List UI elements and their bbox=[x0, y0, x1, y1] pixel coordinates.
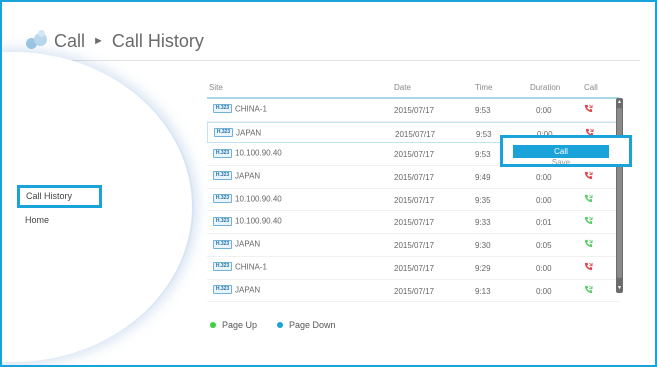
phone-outgoing-icon[interactable] bbox=[584, 216, 593, 225]
phone-outgoing-icon[interactable] bbox=[584, 194, 593, 203]
table-row[interactable]: H.323 CHINA-1 2015/07/17 9:29 0:00 bbox=[207, 257, 619, 280]
breadcrumb-separator: ► bbox=[93, 35, 104, 47]
scrollbar[interactable]: ▲ ▼ bbox=[616, 98, 623, 293]
site-name: CHINA-1 bbox=[235, 104, 268, 114]
scrollbar-thumb[interactable] bbox=[617, 108, 622, 278]
app-frame: Call ► Call History Call History Home Si… bbox=[0, 0, 657, 367]
time-cell: 9:49 bbox=[475, 173, 491, 183]
legend-page-down: Page Down bbox=[289, 320, 336, 330]
duration-cell: 0:01 bbox=[536, 218, 552, 228]
date-cell: 2015/07/17 bbox=[395, 129, 436, 139]
date-cell: 2015/07/17 bbox=[394, 263, 435, 273]
scroll-up-arrow-icon[interactable]: ▲ bbox=[617, 100, 622, 105]
nav-item-call-history[interactable]: Call History bbox=[17, 185, 102, 208]
header-site: Site bbox=[209, 83, 223, 92]
header-call: Call bbox=[584, 83, 598, 92]
time-cell: 9:53 bbox=[475, 106, 491, 115]
table-row[interactable]: H.323 JAPAN 2015/07/17 9:13 0:00 bbox=[207, 280, 619, 303]
codec-badge: H.323 bbox=[213, 262, 232, 272]
table-row[interactable]: H.323 JAPAN 2015/07/17 9:49 0:00 bbox=[207, 166, 619, 189]
site-name: 10.100.90.40 bbox=[235, 194, 282, 204]
site-name: CHINA-1 bbox=[235, 262, 268, 272]
duration-cell: 0:00 bbox=[536, 173, 552, 183]
codec-badge: H.323 bbox=[213, 239, 232, 249]
duration-cell: 0:00 bbox=[536, 263, 552, 273]
site-cell: H.323 JAPAN bbox=[213, 239, 261, 249]
nav-item-home[interactable]: Home bbox=[25, 215, 49, 225]
table-row[interactable]: H.323 10.100.90.40 2015/07/17 9:35 0:00 bbox=[207, 189, 619, 212]
page-title: Call History bbox=[111, 30, 204, 51]
table-row[interactable]: H.323 10.100.90.40 2015/07/17 9:33 0:01 bbox=[207, 211, 619, 235]
codec-badge: H.323 bbox=[213, 194, 232, 204]
date-cell: 2015/07/17 bbox=[394, 241, 435, 251]
phone-outgoing-icon[interactable] bbox=[584, 239, 593, 248]
page-up-dot-icon bbox=[210, 322, 216, 328]
site-name: JAPAN bbox=[235, 239, 261, 249]
time-cell: 9:30 bbox=[475, 241, 491, 251]
date-cell: 2015/07/17 bbox=[394, 106, 435, 115]
codec-badge: H.323 bbox=[213, 104, 232, 114]
site-cell: H.323 JAPAN bbox=[214, 128, 262, 138]
duration-cell: 0:00 bbox=[536, 286, 552, 296]
duration-cell: 0:00 bbox=[536, 195, 552, 205]
breadcrumb-app[interactable]: Call bbox=[54, 31, 85, 52]
codec-badge: H.323 bbox=[213, 171, 232, 181]
time-cell: 9:53 bbox=[475, 150, 491, 160]
site-name: JAPAN bbox=[236, 128, 262, 138]
codec-badge: H.323 bbox=[213, 148, 232, 158]
date-cell: 2015/07/17 bbox=[394, 286, 435, 296]
breadcrumb: Call ► Call History bbox=[26, 28, 204, 54]
site-cell: H.323 CHINA-1 bbox=[213, 262, 268, 272]
time-cell: 9:33 bbox=[475, 218, 491, 228]
date-cell: 2015/07/17 bbox=[394, 218, 435, 228]
phone-missed-icon[interactable] bbox=[584, 104, 593, 113]
site-name: JAPAN bbox=[235, 171, 261, 181]
table-header: Site Date Time Duration Call bbox=[207, 80, 619, 99]
site-cell: H.323 JAPAN bbox=[213, 171, 261, 181]
site-cell: H.323 10.100.90.40 bbox=[213, 194, 282, 204]
site-cell: H.323 10.100.90.40 bbox=[213, 216, 282, 226]
site-name: JAPAN bbox=[235, 284, 261, 294]
scroll-down-arrow-icon[interactable]: ▼ bbox=[617, 286, 622, 291]
site-cell: H.323 CHINA-1 bbox=[213, 104, 268, 114]
call-history-table: Site Date Time Duration Call H.323 CHINA-… bbox=[207, 80, 619, 303]
call-context-menu: Call Save bbox=[500, 135, 632, 167]
header-divider bbox=[16, 60, 640, 61]
time-cell: 9:35 bbox=[475, 195, 491, 205]
phone-outgoing-icon[interactable] bbox=[584, 285, 593, 294]
legend-page-up: Page Up bbox=[222, 320, 258, 330]
site-name: 10.100.90.40 bbox=[235, 148, 282, 158]
time-cell: 9:53 bbox=[476, 129, 492, 139]
codec-badge: H.323 bbox=[214, 128, 233, 138]
duration-cell: 0:00 bbox=[536, 106, 552, 115]
header-time: Time bbox=[475, 83, 493, 92]
site-cell: H.323 10.100.90.40 bbox=[213, 148, 282, 158]
time-cell: 9:13 bbox=[475, 286, 491, 296]
header-date: Date bbox=[394, 83, 411, 92]
phone-bubbles-icon bbox=[26, 30, 48, 52]
time-cell: 9:29 bbox=[475, 263, 491, 273]
table-row[interactable]: H.323 JAPAN 2015/07/17 9:30 0:05 bbox=[207, 234, 619, 257]
legend: Page Up Page Down bbox=[210, 320, 336, 330]
menu-item-save[interactable]: Save bbox=[513, 158, 609, 164]
phone-missed-icon[interactable] bbox=[584, 262, 593, 271]
site-cell: H.323 JAPAN bbox=[213, 284, 261, 294]
codec-badge: H.323 bbox=[213, 284, 232, 294]
date-cell: 2015/07/17 bbox=[394, 150, 435, 160]
header-duration: Duration bbox=[530, 83, 561, 92]
site-name: 10.100.90.40 bbox=[235, 216, 282, 226]
table-row[interactable]: H.323 CHINA-1 2015/07/17 9:53 0:00 bbox=[207, 99, 619, 122]
date-cell: 2015/07/17 bbox=[394, 195, 435, 205]
date-cell: 2015/07/17 bbox=[394, 173, 435, 183]
phone-missed-icon[interactable] bbox=[584, 171, 593, 180]
page-down-dot-icon bbox=[277, 322, 284, 328]
duration-cell: 0:05 bbox=[536, 241, 552, 251]
menu-item-call[interactable]: Call bbox=[513, 145, 609, 158]
codec-badge: H.323 bbox=[213, 216, 232, 226]
